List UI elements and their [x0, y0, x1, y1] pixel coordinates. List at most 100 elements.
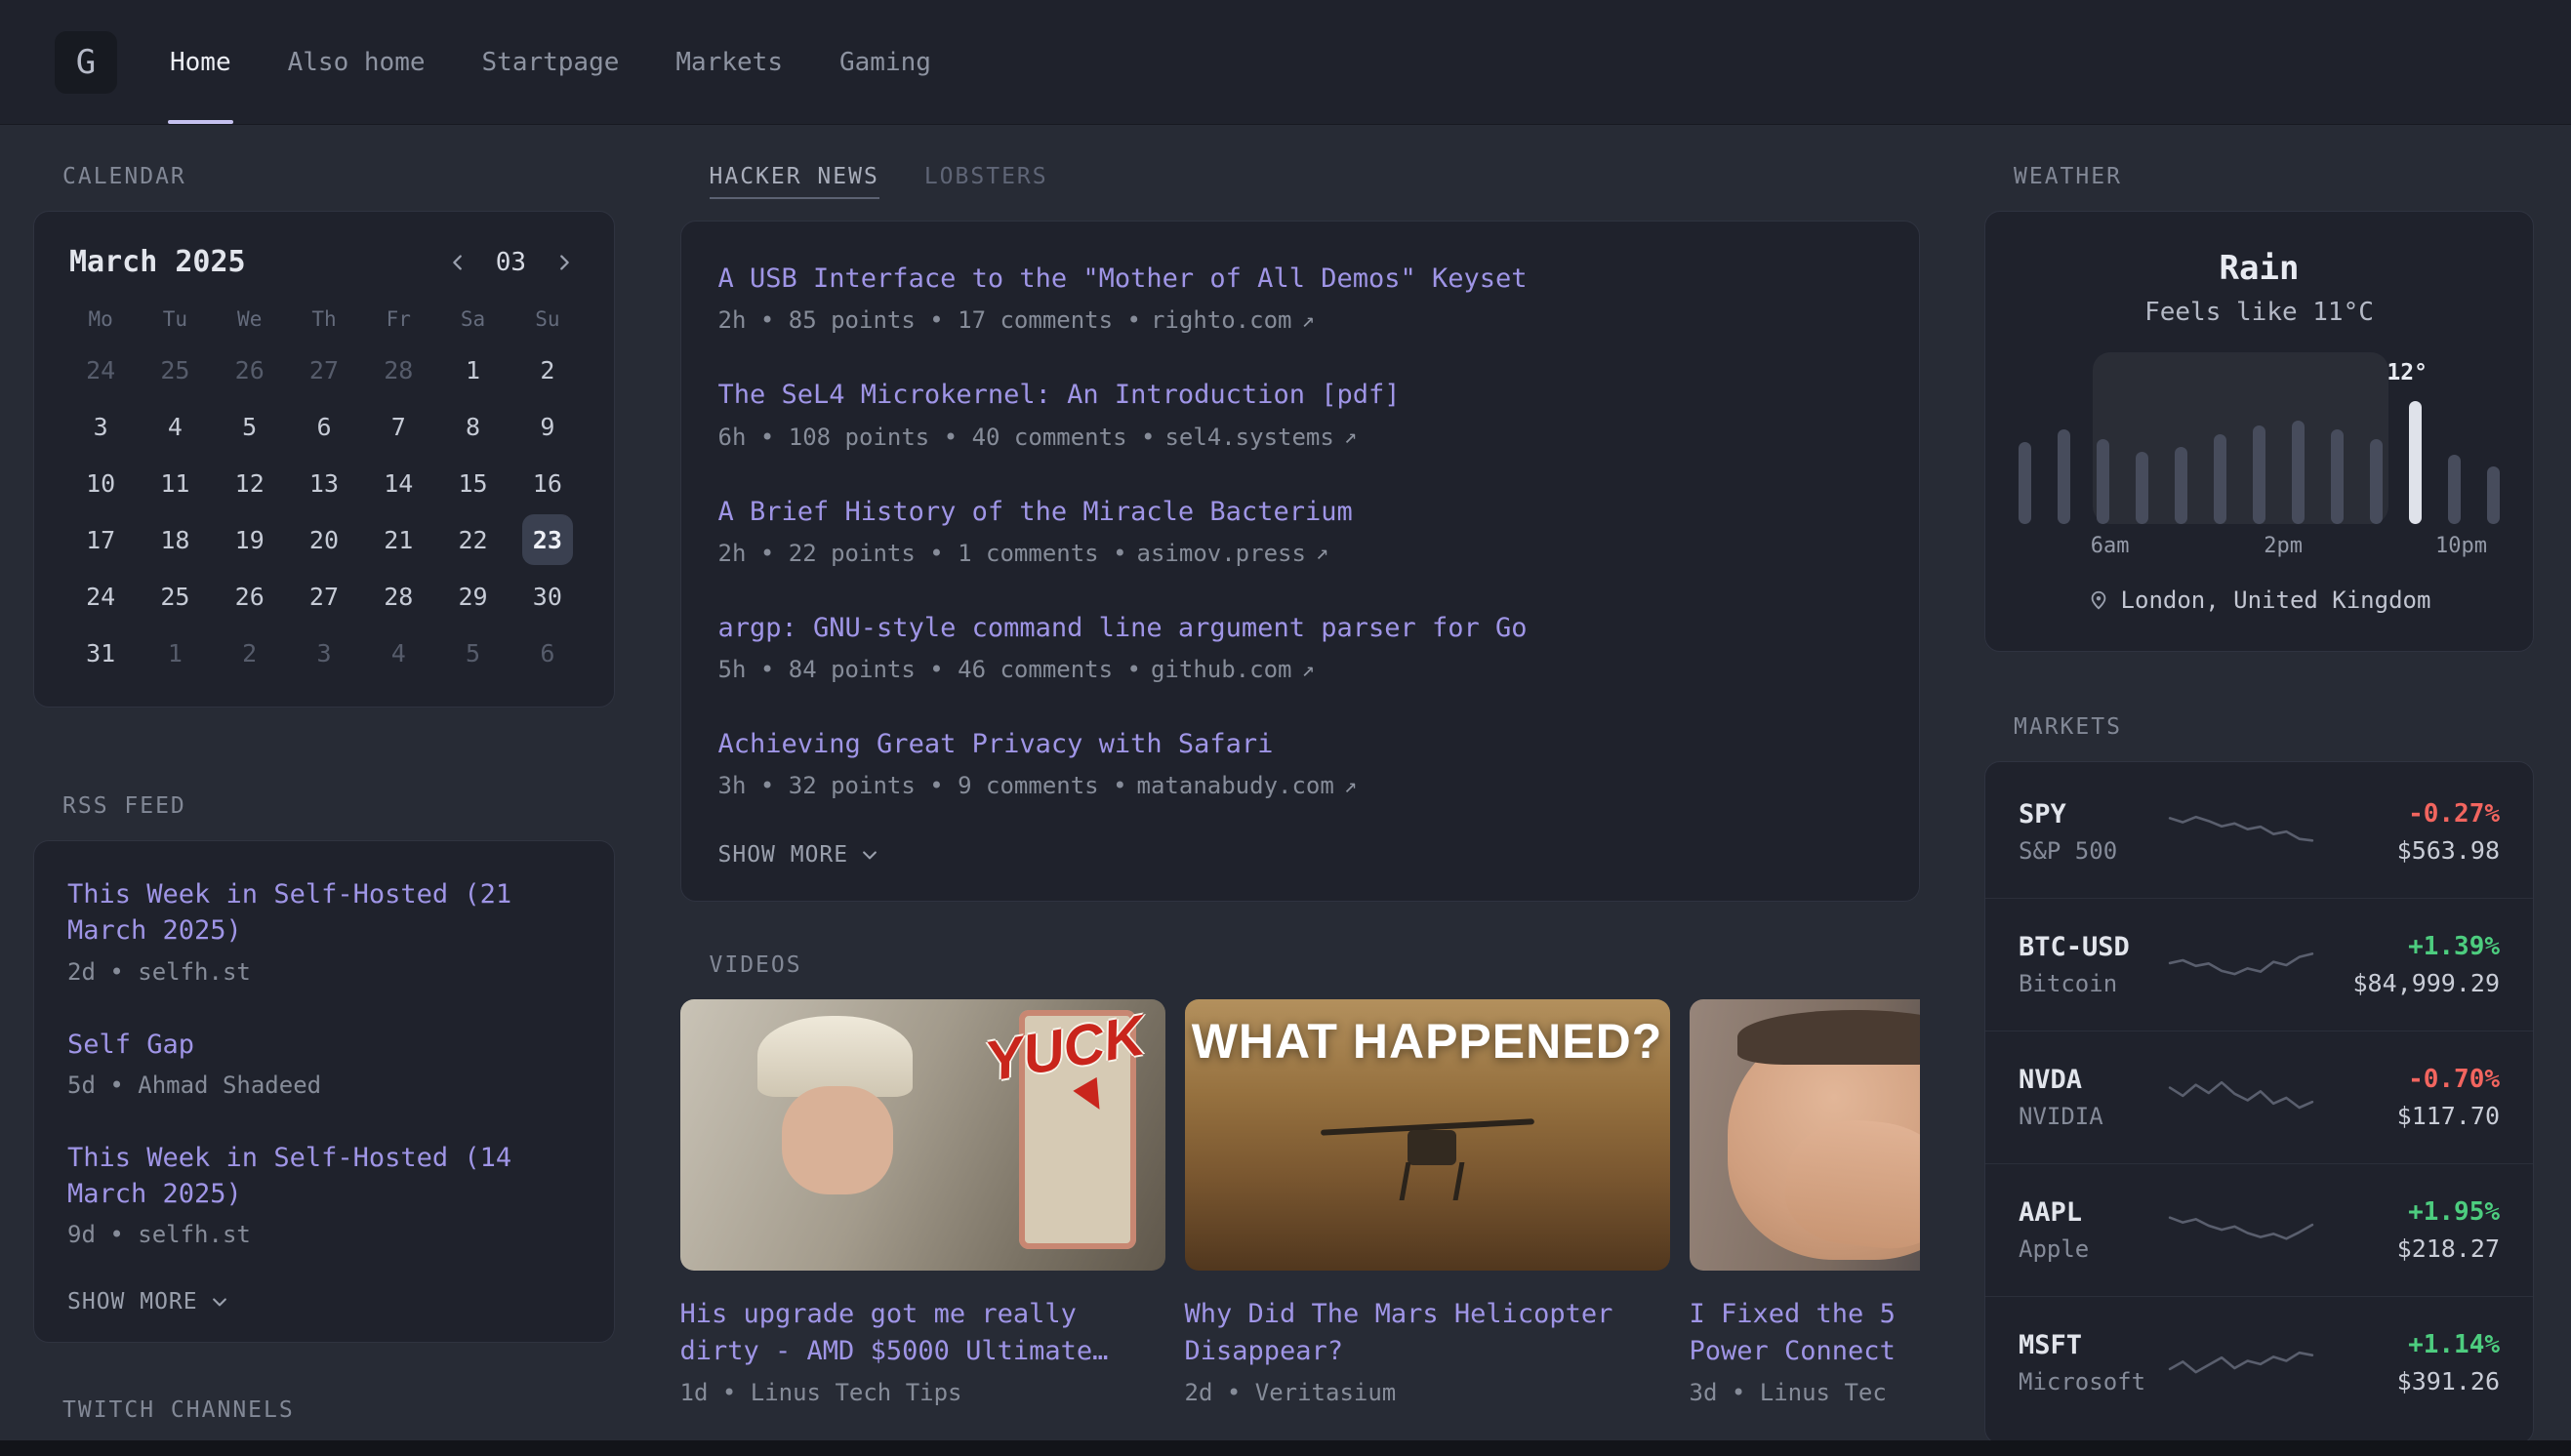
market-row[interactable]: AAPL Apple +1.95% $218.27: [1985, 1163, 2533, 1296]
rss-card: This Week in Self-Hosted (21 March 2025)…: [33, 840, 615, 1343]
calendar-next-button[interactable]: [550, 248, 579, 277]
rss-item-title-link[interactable]: This Week in Self-Hosted (14 March 2025): [67, 1140, 581, 1213]
section-title-calendar: CALENDAR: [62, 164, 615, 189]
calendar-day: 17: [63, 511, 138, 568]
window-bottom-edge: [0, 1440, 2571, 1456]
markets-card: SPY S&P 500 -0.27% $563.98 BTC-USD Bitco…: [1984, 761, 2534, 1444]
nav-tab[interactable]: Home: [168, 0, 233, 124]
twitch-widget: TWITCH CHANNELS: [33, 1397, 615, 1423]
nav-tab[interactable]: Also home: [286, 0, 428, 124]
market-price: $563.98: [2314, 836, 2500, 865]
weather-bar: [2058, 429, 2070, 524]
market-row[interactable]: BTC-USD Bitcoin +1.39% $84,999.29: [1985, 898, 2533, 1031]
calendar-day: 9: [510, 398, 585, 455]
market-sparkline: [2168, 1339, 2314, 1388]
calendar-day: 12: [213, 455, 287, 511]
news-item-meta: 3h • 32 points • 9 comments • matanabudy…: [718, 772, 1882, 799]
rss-item-title-link[interactable]: This Week in Self-Hosted (21 March 2025): [67, 876, 581, 950]
weather-bar: [2487, 466, 2500, 524]
tab-lobsters[interactable]: LOBSTERS: [924, 164, 1048, 197]
weather-bar: [2409, 401, 2422, 524]
section-title-twitch: TWITCH CHANNELS: [62, 1397, 615, 1423]
left-column: CALENDAR March 2025 03 MoTuWeThFrSaSu: [33, 164, 615, 1444]
market-name: Apple: [2019, 1235, 2168, 1263]
calendar-day: 27: [287, 342, 361, 398]
news-item-source-link[interactable]: matanabudy.com: [1137, 772, 1334, 799]
news-item-meta: 5h • 84 points • 46 comments • github.co…: [718, 656, 1882, 683]
news-item-meta: 2h • 22 points • 1 comments • asimov.pre…: [718, 540, 1882, 567]
market-change-percent: -0.70%: [2314, 1065, 2500, 1094]
market-sparkline: [2168, 808, 2314, 857]
market-name: S&P 500: [2019, 837, 2168, 865]
market-row[interactable]: NVDA NVIDIA -0.70% $117.70: [1985, 1031, 2533, 1163]
calendar-day: 26: [213, 568, 287, 625]
market-name: NVIDIA: [2019, 1103, 2168, 1130]
video-thumbnail[interactable]: DOTT: [1690, 999, 1920, 1271]
news-item-title-link[interactable]: A Brief History of the Miracle Bacterium: [718, 494, 1353, 530]
video-thumbnail[interactable]: WHAT HAPPENED?: [1185, 999, 1670, 1271]
news-item: The SeL4 Microkernel: An Introduction [p…: [718, 377, 1882, 450]
news-item-source-link[interactable]: righto.com: [1151, 306, 1292, 334]
tab-hacker-news[interactable]: HACKER NEWS: [710, 164, 879, 199]
external-link-icon: ↗: [1301, 308, 1314, 333]
video-meta: 2d • Veritasium: [1185, 1379, 1670, 1406]
nav-tab[interactable]: Gaming: [837, 0, 933, 124]
news-item-meta-text: 2h • 22 points • 1 comments •: [718, 540, 1127, 567]
calendar-prev-button[interactable]: [443, 248, 472, 277]
calendar-header: March 2025 03: [69, 245, 579, 279]
external-link-icon: ↗: [1316, 541, 1328, 565]
video-meta: 3d • Linus Tec: [1690, 1379, 1920, 1406]
calendar-month-label: March 2025: [69, 245, 246, 279]
calendar-day: 1: [435, 342, 510, 398]
news-item-source-link[interactable]: github.com: [1151, 656, 1292, 683]
market-row[interactable]: MSFT Microsoft +1.14% $391.26: [1985, 1296, 2533, 1429]
video-title-link[interactable]: His upgrade got me really dirty - AMD $5…: [680, 1296, 1165, 1369]
market-price: $117.70: [2314, 1102, 2500, 1130]
weather-time-label: 2pm: [2264, 534, 2303, 558]
calendar-weekday-label: Mo: [63, 297, 138, 342]
calendar-day: 21: [361, 511, 435, 568]
calendar-day: 22: [435, 511, 510, 568]
nav-tab[interactable]: Markets: [673, 0, 785, 124]
calendar-day: 5: [435, 625, 510, 681]
calendar-day: 1: [138, 625, 212, 681]
map-pin-icon: [2088, 589, 2109, 611]
video-title-link[interactable]: I Fixed the 5 Power Connect: [1690, 1296, 1920, 1369]
rss-item-meta: 9d • selfh.st: [67, 1221, 581, 1248]
market-row[interactable]: SPY S&P 500 -0.27% $563.98: [1985, 766, 2533, 898]
news-item-title-link[interactable]: argp: GNU-style command line argument pa…: [718, 610, 1528, 646]
markets-list: SPY S&P 500 -0.27% $563.98 BTC-USD Bitco…: [1985, 766, 2533, 1429]
calendar-day: 19: [213, 511, 287, 568]
weather-time-axis: 6am2pm10pm: [2019, 534, 2500, 559]
news-item-title-link[interactable]: Achieving Great Privacy with Safari: [718, 726, 1274, 762]
video-card: YUCK His upgrade got me really dirty - A…: [680, 999, 1165, 1406]
news-item-meta: 2h • 85 points • 17 comments • righto.co…: [718, 306, 1882, 334]
weather-hourly-chart: 12°: [2019, 352, 2500, 524]
market-sparkline: [2168, 1073, 2314, 1122]
video-thumbnail[interactable]: YUCK: [680, 999, 1165, 1271]
weather-bars: [2019, 352, 2500, 524]
rss-show-more-button[interactable]: SHOW MORE: [67, 1289, 229, 1314]
weather-card: Rain Feels like 11°C 12° 6am2pm10pm Lond…: [1984, 211, 2534, 652]
calendar-nav: 03: [443, 248, 579, 277]
weather-time-label: 10pm: [2435, 534, 2487, 558]
weather-widget: WEATHER Rain Feels like 11°C 12° 6am2pm1…: [1984, 164, 2534, 652]
show-more-label: SHOW MORE: [67, 1289, 198, 1314]
calendar-day: 26: [213, 342, 287, 398]
news-item-source-link[interactable]: asimov.press: [1137, 540, 1306, 567]
app-logo[interactable]: G: [55, 31, 117, 94]
news-item: A USB Interface to the "Mother of All De…: [718, 261, 1882, 334]
calendar-widget: CALENDAR March 2025 03 MoTuWeThFrSaSu: [33, 164, 615, 708]
chevron-down-icon: [860, 845, 879, 865]
calendar-day: 4: [138, 398, 212, 455]
video-title-link[interactable]: Why Did The Mars Helicopter Disappear?: [1185, 1296, 1670, 1369]
news-item-title-link[interactable]: The SeL4 Microkernel: An Introduction [p…: [718, 377, 1401, 413]
news-item-source-link[interactable]: sel4.systems: [1164, 424, 1333, 451]
section-title-markets: MARKETS: [2014, 714, 2534, 740]
weather-feels-like: Feels like 11°C: [2019, 298, 2500, 327]
news-item-title-link[interactable]: A USB Interface to the "Mother of All De…: [718, 261, 1528, 297]
nav-tab[interactable]: Startpage: [480, 0, 622, 124]
calendar-weekday-row: MoTuWeThFrSaSu: [63, 297, 585, 342]
rss-item-title-link[interactable]: Self Gap: [67, 1027, 194, 1063]
news-show-more-button[interactable]: SHOW MORE: [718, 842, 880, 868]
